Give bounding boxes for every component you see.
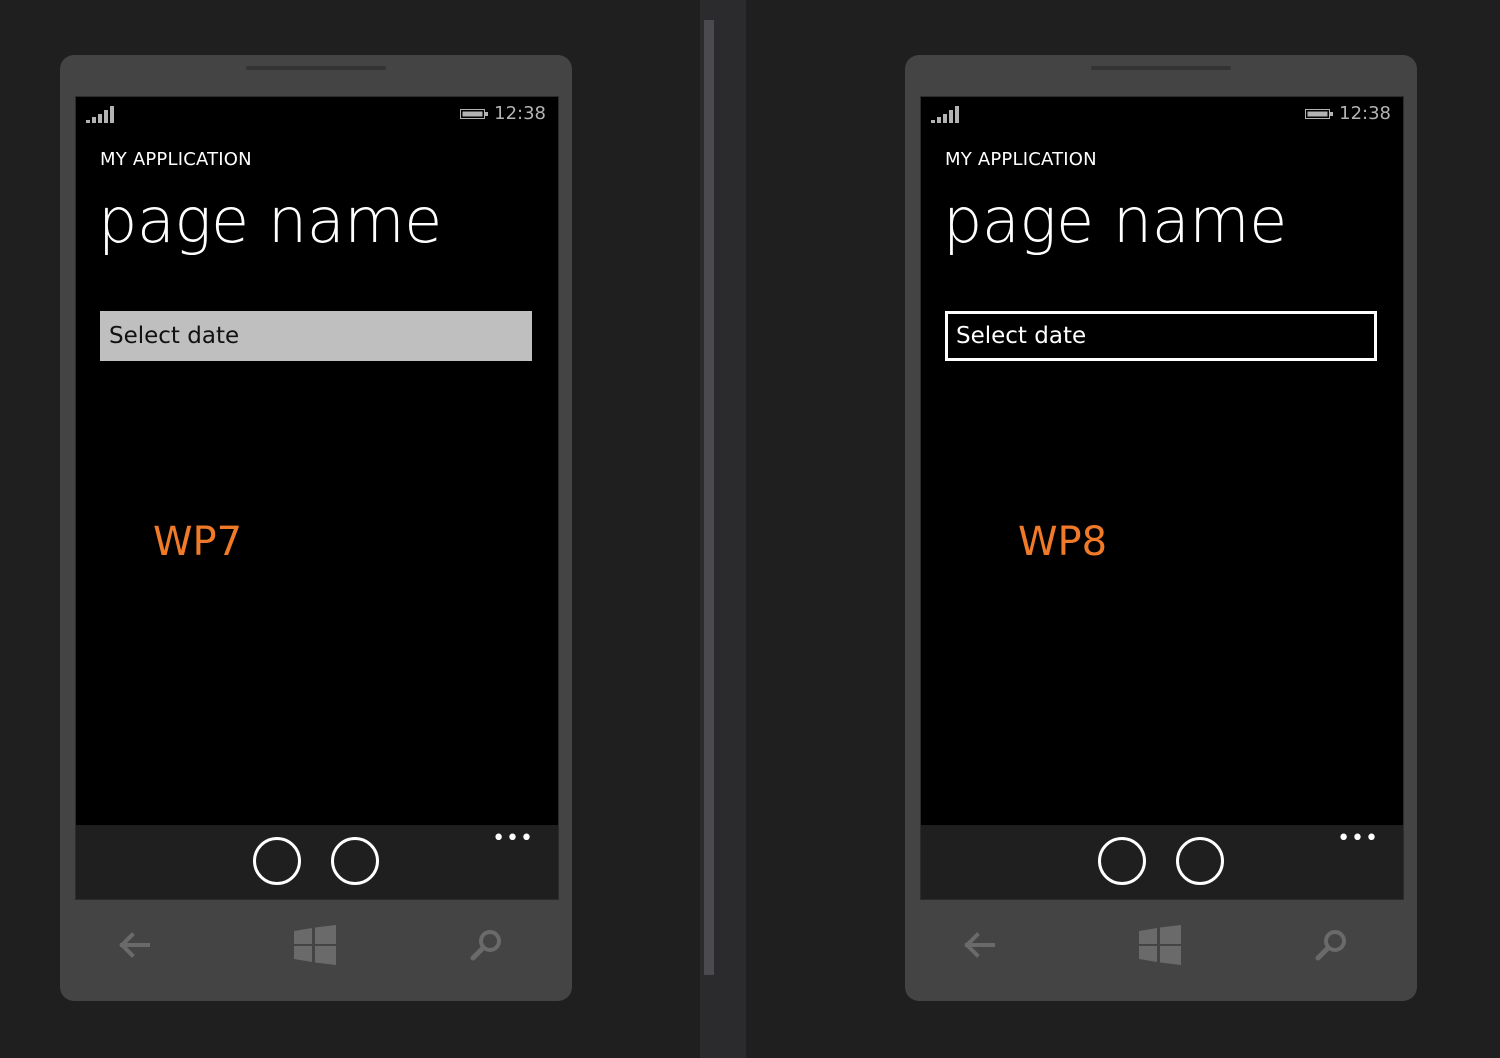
status-clock: 12:38 [1339, 103, 1391, 124]
status-bar: 12:38 [921, 97, 1403, 131]
status-bar: 12:38 [76, 97, 558, 131]
page-title: page name [98, 184, 442, 257]
page-title: page name [943, 184, 1287, 257]
appbar-button-2[interactable] [331, 837, 379, 885]
app-title: MY APPLICATION [100, 149, 252, 170]
windows-logo-icon[interactable] [294, 925, 336, 965]
appbar-button-1[interactable] [253, 837, 301, 885]
signal-icon [86, 106, 114, 123]
appbar-more-button[interactable]: ••• [1337, 828, 1379, 850]
speaker-grille [1091, 66, 1231, 70]
windows-logo-icon[interactable] [1139, 925, 1181, 965]
appbar-button-2[interactable] [1176, 837, 1224, 885]
speaker-grille [246, 66, 386, 70]
search-icon[interactable] [470, 928, 504, 962]
splitter-scrollbar[interactable] [704, 20, 714, 975]
signal-icon [931, 106, 959, 123]
application-bar: ••• [76, 825, 558, 899]
back-arrow-icon[interactable] [963, 928, 997, 962]
date-picker-field[interactable]: Select date [100, 311, 532, 361]
phone-screen: 12:38 MY APPLICATION page name Select da… [75, 96, 559, 900]
status-clock: 12:38 [494, 103, 546, 124]
phone-screen: 12:38 MY APPLICATION page name Select da… [920, 96, 1404, 900]
back-arrow-icon[interactable] [118, 928, 152, 962]
application-bar: ••• [921, 825, 1403, 899]
pane-splitter[interactable] [700, 0, 746, 1058]
appbar-button-1[interactable] [1098, 837, 1146, 885]
version-label: WP7 [153, 519, 243, 565]
version-label: WP8 [1018, 519, 1108, 565]
phone-wp7: 12:38 MY APPLICATION page name Select da… [60, 55, 572, 1001]
date-picker-field[interactable]: Select date [945, 311, 1377, 361]
battery-icon [1305, 109, 1333, 119]
battery-icon [460, 109, 488, 119]
phone-wp8: 12:38 MY APPLICATION page name Select da… [905, 55, 1417, 1001]
appbar-more-button[interactable]: ••• [492, 828, 534, 850]
search-icon[interactable] [1315, 928, 1349, 962]
emulator-stage: 12:38 MY APPLICATION page name Select da… [0, 0, 1500, 1058]
app-title: MY APPLICATION [945, 149, 1097, 170]
